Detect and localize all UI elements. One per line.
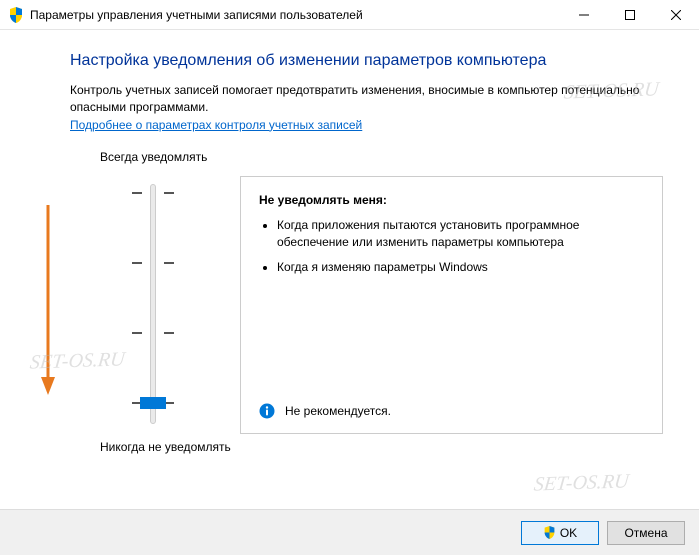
notification-info-panel: Не уведомлять меня: Когда приложения пыт… <box>240 176 663 434</box>
info-panel-list: Когда приложения пытаются установить про… <box>259 217 644 285</box>
learn-more-link[interactable]: Подробнее о параметрах контроля учетных … <box>70 118 362 132</box>
minimize-button[interactable] <box>561 0 607 30</box>
info-panel-title: Не уведомлять меня: <box>259 193 644 207</box>
ok-button-label: OK <box>560 526 577 540</box>
recommendation-text: Не рекомендуется. <box>285 404 391 418</box>
info-item: Когда приложения пытаются установить про… <box>277 217 644 252</box>
slider-tick <box>132 262 142 264</box>
slider-tick <box>164 262 174 264</box>
window-title: Параметры управления учетными записями п… <box>30 8 561 22</box>
recommendation-row: Не рекомендуется. <box>259 403 644 419</box>
slider-thumb[interactable] <box>140 397 166 409</box>
slider-column: Всегда уведомлять Никогда не уведомлять <box>70 150 240 454</box>
slider-tick <box>164 192 174 194</box>
slider-tick <box>132 192 142 194</box>
info-item: Когда я изменяю параметры Windows <box>277 259 644 276</box>
cancel-button-label: Отмена <box>624 526 667 540</box>
uac-shield-icon <box>8 7 24 23</box>
close-button[interactable] <box>653 0 699 30</box>
slider-label-bottom: Никогда не уведомлять <box>100 440 240 454</box>
window-controls <box>561 0 699 29</box>
slider-tick <box>164 332 174 334</box>
info-icon <box>259 403 275 419</box>
maximize-button[interactable] <box>607 0 653 30</box>
uac-shield-icon <box>543 526 556 539</box>
ok-button[interactable]: OK <box>521 521 599 545</box>
slider-track <box>150 184 156 424</box>
cancel-button[interactable]: Отмена <box>607 521 685 545</box>
titlebar: Параметры управления учетными записями п… <box>0 0 699 30</box>
page-heading: Настройка уведомления об изменении парам… <box>70 52 663 70</box>
watermark: SET-OS.RU <box>533 470 630 496</box>
content-area: Настройка уведомления об изменении парам… <box>0 30 699 454</box>
notification-slider[interactable] <box>100 174 240 434</box>
description-text: Контроль учетных записей помогает предот… <box>70 82 663 116</box>
slider-label-top: Всегда уведомлять <box>100 150 240 164</box>
slider-tick <box>132 332 142 334</box>
dialog-footer: OK Отмена <box>0 509 699 555</box>
